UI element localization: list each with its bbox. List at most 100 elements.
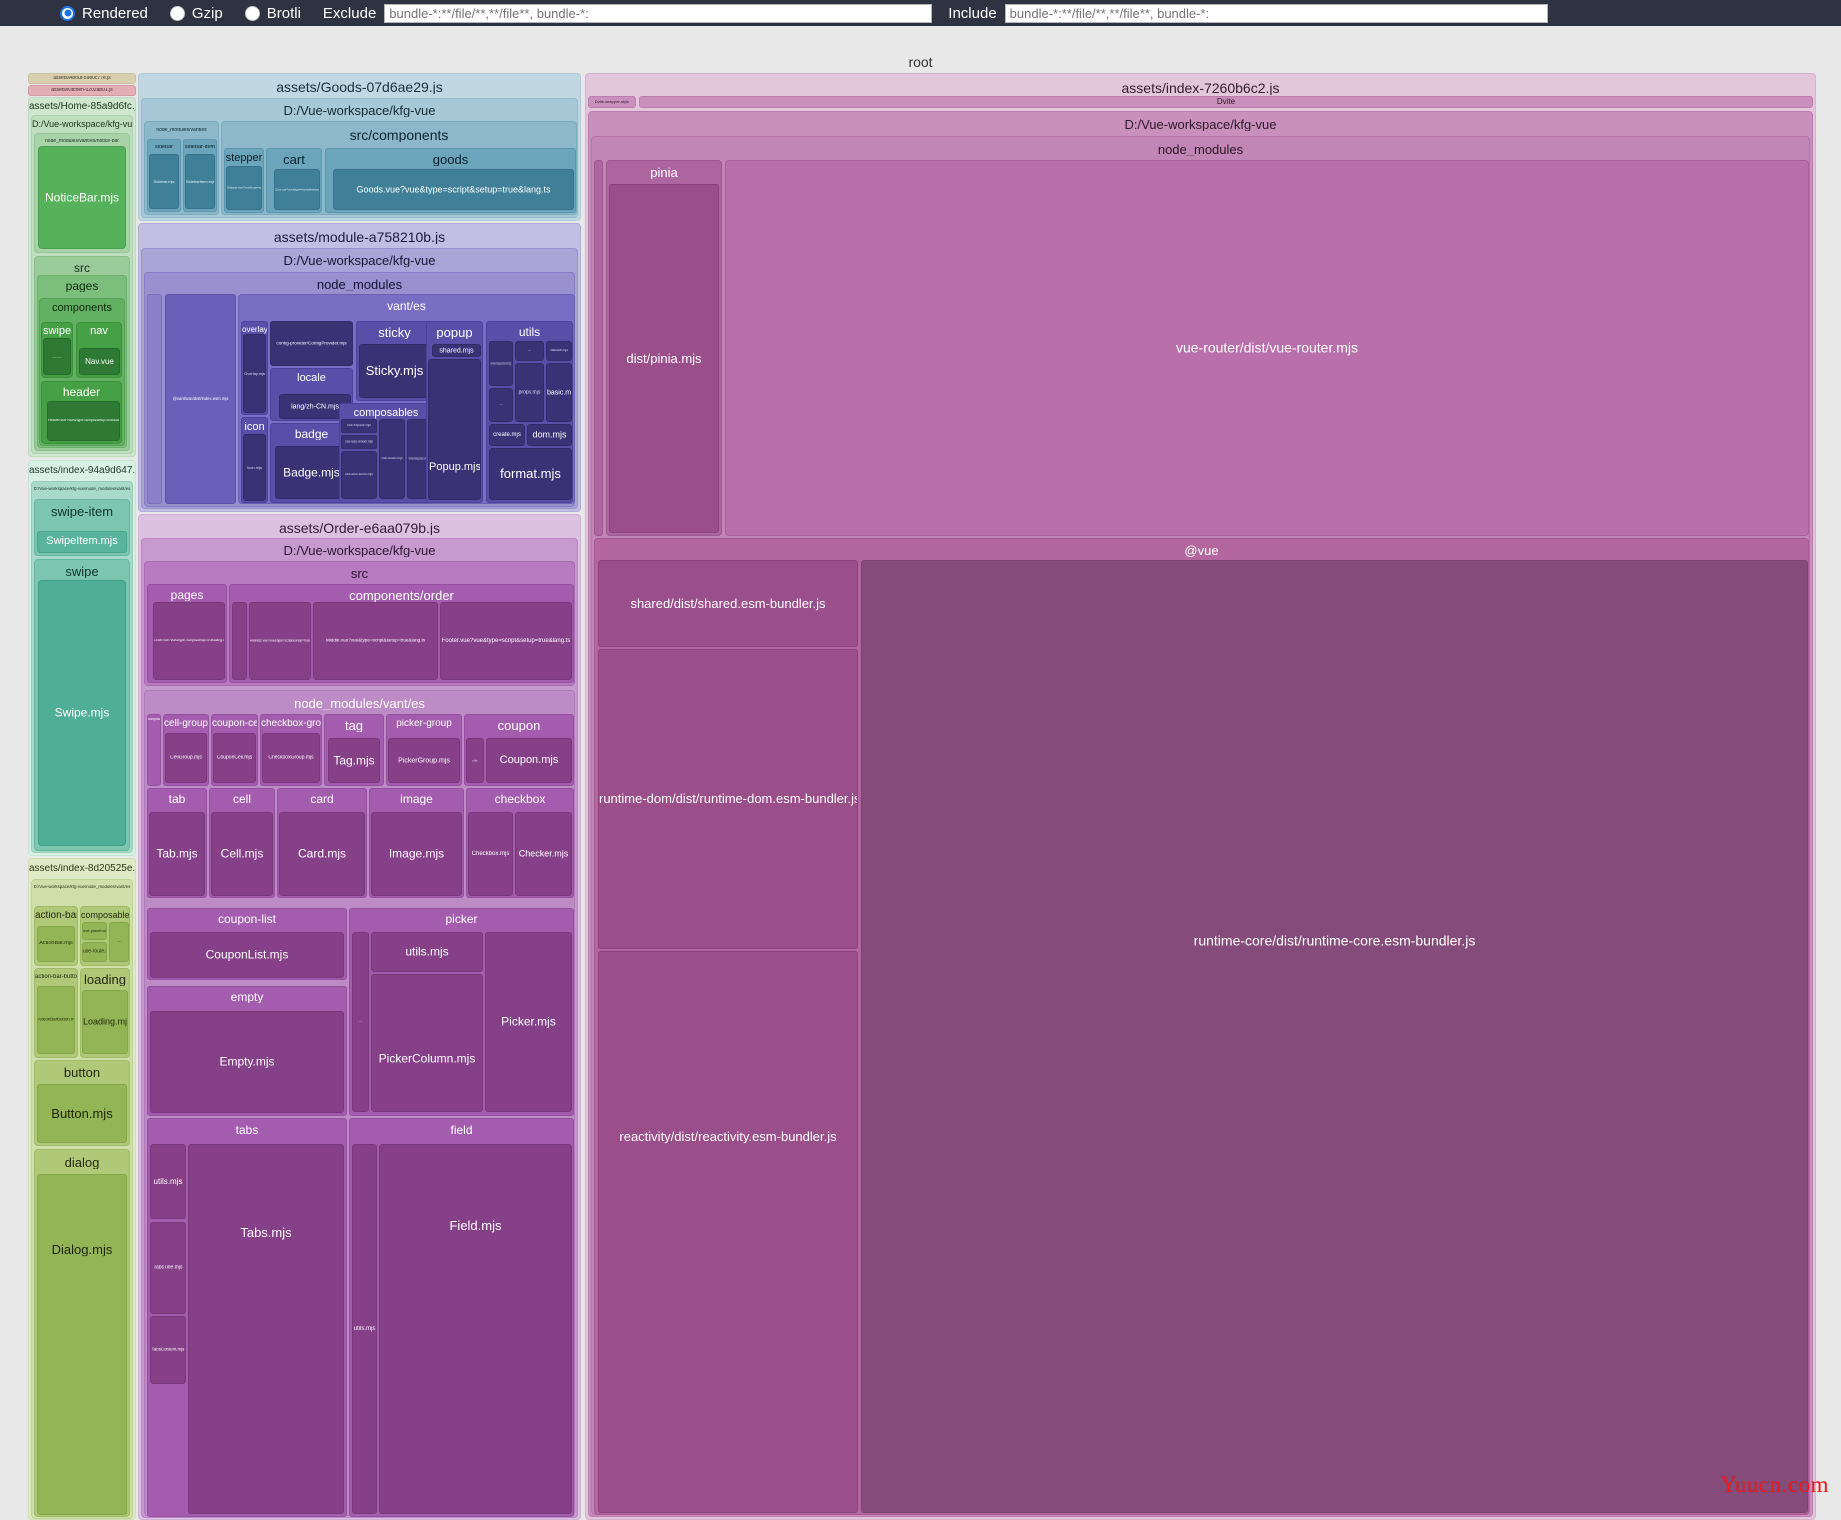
treemap-node-runtime-core[interactable]: runtime-core/dist/runtime-core.esm-bundl… <box>861 560 1808 1513</box>
treemap-node-actionbar-mjs[interactable]: ActionBar.mjs <box>37 926 75 962</box>
treemap-node-coupon-sub[interactable]: utils <box>466 738 484 783</box>
treemap-node-card-mjs[interactable]: Card.mjs <box>279 812 365 896</box>
treemap-node-sidebaritem-mjs[interactable]: SidebarItem.mjs <box>185 154 215 209</box>
treemap-node-field-utils-mjs[interactable]: utils.mjs <box>352 1144 377 1514</box>
treemap-node-props-leaf[interactable]: — <box>489 388 513 422</box>
treemap-node-pickergroup-mjs[interactable]: PickerGroup.mjs <box>388 738 460 783</box>
treemap-node-index7260-vitebar[interactable]: Dvite <box>639 96 1813 108</box>
treemap-node-cellgroup-mjs[interactable]: CellGroup.mjs <box>165 733 207 783</box>
treemap-node-goods-vue[interactable]: Goods.vue?vue&type=script&setup=true&lan… <box>333 169 574 210</box>
treemap-node-order-strip[interactable] <box>232 602 247 680</box>
radio-gzip[interactable]: Gzip <box>169 5 223 22</box>
treemap-node-about[interactable]: assets/About-5980c77e.js <box>28 73 136 84</box>
treemap-node-props-mjs[interactable]: interceptor.mjs <box>489 341 513 386</box>
treemap-node-sidebar-mjs[interactable]: Sidebar.mjs <box>149 154 179 209</box>
treemap-node-nav-vue[interactable]: Nav.vue <box>79 348 120 375</box>
treemap-node-cell-mjs[interactable]: Cell.mjs <box>211 812 273 896</box>
radio-rendered-indicator[interactable] <box>60 5 75 21</box>
treemap-node-tabscontent-mjs[interactable]: TabsContent.mjs <box>150 1316 186 1384</box>
treemap-node-config-provider[interactable]: config-provider/ConfigProvider.mjs <box>270 321 353 366</box>
treemap-node-basic-mjs[interactable]: basic.mjs <box>546 363 572 422</box>
treemap-node-empty-mjs[interactable]: Empty.mjs <box>150 1011 344 1113</box>
treemap-node-module-gutter[interactable] <box>147 294 162 504</box>
treemap-node-tag-mjs[interactable]: Tag.mjs <box>328 738 380 783</box>
treemap-node-checkboxgroup-mjs[interactable]: CheckboxGroup.mjs <box>262 733 320 783</box>
treemap-node-nm-strip[interactable] <box>594 160 603 536</box>
treemap-node-picker-utils-mjs[interactable]: utils.mjs <box>371 932 483 972</box>
treemap-node-order-composables[interactable]: composables <box>147 714 161 786</box>
treemap-label-coupon-sub: utils <box>472 758 478 762</box>
treemap-node-format-mjs[interactable]: format.mjs <box>489 448 572 500</box>
treemap-node-couponcell-mjs[interactable]: CouponCell.mjs <box>213 733 256 783</box>
exclude-input[interactable] <box>384 3 933 23</box>
treemap-node-loading-mjs[interactable]: Loading.mjs <box>82 990 128 1054</box>
treemap-node-tab-mjs[interactable]: Tab.mjs <box>149 812 205 896</box>
treemap-node-tabs-utils-mjs[interactable]: utils.mjs <box>150 1144 186 1219</box>
treemap-node-dialog-mjs[interactable]: Dialog.mjs <box>37 1174 127 1515</box>
treemap-node-use-touch[interactable]: use-touch.mjs <box>379 419 405 499</box>
treemap-node-checkbox-mjs[interactable]: Checkbox.mjs <box>468 812 513 896</box>
treemap-node-picker-mjs[interactable]: Picker.mjs <box>485 932 572 1112</box>
treemap-node-shared[interactable]: shared/dist/shared.esm-bundler.js <box>598 560 858 647</box>
radio-brotli[interactable]: Brotli <box>244 5 301 22</box>
treemap-node-swipe-mjs[interactable]: Swipe.mjs <box>38 580 126 846</box>
treemap-node-pinia-mjs[interactable]: dist/pinia.mjs <box>609 184 719 533</box>
treemap-label-order-workspace: D:/Vue-workspace/kfg-vue <box>283 544 436 557</box>
treemap-node-reactivity[interactable]: reactivity/dist/reactivity.esm-bundler.j… <box>598 951 858 1513</box>
include-input[interactable] <box>1004 3 1548 23</box>
treemap-node-noticebar-mjs[interactable]: NoticeBar.mjs <box>38 146 126 249</box>
treemap-node-checker-mjs[interactable]: Checker.mjs <box>515 812 572 896</box>
treemap-node-pickercolumn-mjs[interactable]: PickerColumn.mjs <box>371 974 483 1112</box>
treemap-node-tabs-mjs[interactable]: Tabs.mjs <box>188 1144 344 1514</box>
treemap-node-stepper-vue[interactable]: Stepper.vue?vue&type=script&setup=true&l… <box>226 166 262 210</box>
treemap-node-root[interactable]: root <box>25 52 1816 72</box>
treemap-node-popup-shared[interactable]: shared.mjs <box>432 344 481 357</box>
treemap-node-use-lazy[interactable]: use-lazy-render.mjs <box>341 435 377 449</box>
radio-rendered[interactable]: Rendered <box>60 5 148 22</box>
treemap-label-cell-group: cell-group <box>164 719 208 729</box>
treemap-node-dom-mjs[interactable]: dom.mjs <box>527 424 572 446</box>
treemap-node-cart-vue-leaf[interactable]: Cart.vue?vue&type=script&setup=true&lang… <box>274 169 320 210</box>
treemap-node-use-placeholder[interactable]: use-placeholder.mjs <box>82 922 107 940</box>
treemap-node-image-mjs[interactable]: Image.mjs <box>371 812 462 896</box>
treemap-label-footer-vue: Footer.vue?vue&type=script&setup=true&la… <box>441 637 571 644</box>
treemap-node-badge-mjs[interactable]: Badge.mjs <box>275 446 348 499</box>
treemap-node-create-mjs[interactable]: create.mjs <box>489 424 525 446</box>
treemap-node-couponlist-mjs[interactable]: CouponList.mjs <box>150 932 344 978</box>
treemap-node-validate-mjs[interactable]: — <box>515 341 544 361</box>
treemap-node-footer-vue[interactable]: Footer.vue?vue&type=script&setup=true&la… <box>440 602 572 680</box>
treemap-node-swipeitem-mjs[interactable]: SwipeItem.mjs <box>37 531 127 553</box>
treemap-node-vantuse[interactable]: @vant/use/dist/index.esm.mjs <box>165 294 236 504</box>
treemap-node-button-mjs[interactable]: Button.mjs <box>37 1084 127 1143</box>
treemap-node-address-vue[interactable]: Address.vue?vue&type=script&setup=true&l… <box>249 602 311 680</box>
treemap-node-icon-mjs[interactable]: Icon.mjs <box>243 434 266 501</box>
treemap-node-use-expose-mod[interactable]: use-expose.mjs <box>341 419 377 433</box>
treemap-node-middle-vue[interactable]: Middle.vue?vue&type=script&setup=true&la… <box>313 602 438 680</box>
treemap-node-overlay-mjs[interactable]: Overlay.mjs <box>243 334 266 413</box>
treemap-node-sticky-mjs[interactable]: Sticky.mjs <box>359 344 430 398</box>
treemap-node-kitchen[interactable]: assets/Kitchen-0202ab01.js <box>28 85 136 96</box>
treemap-node-use-expose-8d[interactable]: — <box>109 922 129 962</box>
treemap-node-popup-mjs[interactable]: Popup.mjs <box>428 359 481 500</box>
treemap-node-coupon-mjs[interactable]: Coupon.mjs <box>486 738 572 783</box>
treemap-node-picker-strip[interactable]: — <box>352 932 369 1112</box>
treemap-node-order-vue[interactable]: Order.vue?vue&type=script&setup=true&lan… <box>153 602 225 680</box>
treemap-label-cart: cart <box>283 153 305 166</box>
treemap-node-props-mjs2[interactable]: props.mjs <box>515 363 544 422</box>
treemap-node-use-lock-scroll[interactable]: use-lock-scroll.mjs <box>341 451 377 499</box>
treemap-label-src-components: src/components <box>349 128 449 142</box>
treemap-chart[interactable]: root assets/About-5980c77e.js assets/Kit… <box>0 26 1841 1520</box>
treemap-node-field-mjs[interactable]: Field.mjs <box>379 1144 572 1514</box>
radio-gzip-indicator[interactable] <box>169 5 185 21</box>
treemap-label-validate2-mjs: validate.mjs <box>550 349 568 353</box>
treemap-node-tabstitle-mjs[interactable]: TabsTitle.mjs <box>150 1222 186 1314</box>
treemap-node-actionbarbutton-mjs[interactable]: ActionBarButton.mjs <box>37 986 75 1054</box>
treemap-node-validate2-mjs[interactable]: validate.mjs <box>546 341 572 361</box>
treemap-node-header-vue[interactable]: Header.vue?vue&type=script&setup=true&la… <box>47 401 120 441</box>
treemap-node-home-swipe-leaf[interactable]: — — <box>43 338 71 375</box>
treemap-node-vue-router[interactable]: vue-router/dist/vue-router.mjs <box>725 160 1809 536</box>
treemap-node-index7260-vite[interactable]: Dvite-wrapper-style <box>588 96 636 108</box>
radio-brotli-indicator[interactable] <box>244 5 260 21</box>
treemap-node-runtime-dom[interactable]: runtime-dom/dist/runtime-dom.esm-bundler… <box>598 649 858 949</box>
treemap-node-use-route[interactable]: use-route.mjs <box>82 942 107 962</box>
